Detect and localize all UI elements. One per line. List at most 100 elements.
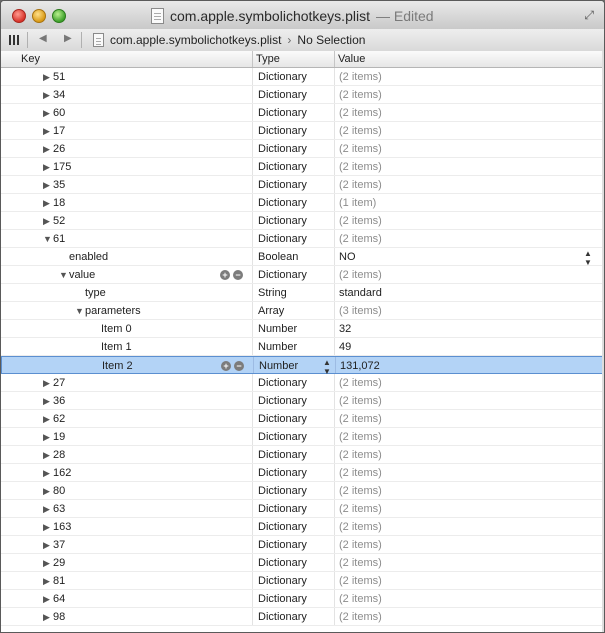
column-divider[interactable] bbox=[334, 51, 335, 67]
column-divider[interactable] bbox=[252, 51, 253, 67]
add-item-icon[interactable]: + bbox=[220, 270, 230, 280]
disclosure-collapsed-icon[interactable]: ▶ bbox=[43, 482, 50, 500]
row-value[interactable]: (2 items) bbox=[339, 536, 382, 554]
zoom-window-button[interactable] bbox=[52, 9, 66, 23]
row-key[interactable]: 60 bbox=[53, 104, 65, 122]
outline-row[interactable]: ▶ 81 Dictionary (2 items) bbox=[1, 572, 604, 590]
row-value[interactable]: 131,072 bbox=[340, 357, 380, 375]
row-value[interactable]: (2 items) bbox=[339, 122, 382, 140]
close-window-button[interactable] bbox=[12, 9, 26, 23]
row-type[interactable]: Number bbox=[258, 320, 297, 338]
row-value[interactable]: (2 items) bbox=[339, 464, 382, 482]
outline-row[interactable]: Item 1 Number 49 bbox=[1, 338, 604, 356]
disclosure-collapsed-icon[interactable]: ▶ bbox=[43, 212, 50, 230]
row-value[interactable]: (2 items) bbox=[339, 518, 382, 536]
outline-row[interactable]: ▶ 80 Dictionary (2 items) bbox=[1, 482, 604, 500]
row-key[interactable]: 17 bbox=[53, 122, 65, 140]
value-popup-stepper-icon[interactable]: ▲ ▼ bbox=[584, 248, 592, 267]
disclosure-collapsed-icon[interactable]: ▶ bbox=[43, 392, 50, 410]
outline-row[interactable]: ▶ 18 Dictionary (1 item) bbox=[1, 194, 604, 212]
row-type[interactable]: Dictionary bbox=[258, 410, 307, 428]
row-type[interactable]: Dictionary bbox=[258, 158, 307, 176]
outline-row[interactable]: ▶ 27 Dictionary (2 items) bbox=[1, 374, 604, 392]
disclosure-collapsed-icon[interactable]: ▶ bbox=[43, 428, 50, 446]
row-key[interactable]: 34 bbox=[53, 86, 65, 104]
type-column-header[interactable]: Type bbox=[256, 53, 280, 65]
row-value[interactable]: (2 items) bbox=[339, 230, 382, 248]
back-arrow-icon[interactable]: ◀ bbox=[39, 33, 47, 44]
row-key[interactable]: 175 bbox=[53, 158, 71, 176]
outline-row[interactable]: ▶ 60 Dictionary (2 items) bbox=[1, 104, 604, 122]
scroll-track[interactable] bbox=[602, 51, 604, 632]
outline-row[interactable]: ▼ parameters Array (3 items) bbox=[1, 302, 604, 320]
row-value[interactable]: NO bbox=[339, 248, 356, 266]
row-type[interactable]: Dictionary bbox=[258, 536, 307, 554]
row-type[interactable]: Dictionary bbox=[258, 86, 307, 104]
fullscreen-icon[interactable]: ⤢ bbox=[584, 8, 594, 23]
disclosure-collapsed-icon[interactable]: ▶ bbox=[43, 122, 50, 140]
row-type[interactable]: Boolean bbox=[258, 248, 298, 266]
row-value[interactable]: (2 items) bbox=[339, 374, 382, 392]
row-key[interactable]: 18 bbox=[53, 194, 65, 212]
outline-row[interactable]: Item 0 Number 32 bbox=[1, 320, 604, 338]
disclosure-collapsed-icon[interactable]: ▶ bbox=[43, 554, 50, 572]
outline-row[interactable]: ▶ 36 Dictionary (2 items) bbox=[1, 392, 604, 410]
disclosure-collapsed-icon[interactable]: ▶ bbox=[43, 374, 50, 392]
row-value[interactable]: (2 items) bbox=[339, 104, 382, 122]
row-type[interactable]: Dictionary bbox=[258, 464, 307, 482]
row-key[interactable]: value bbox=[69, 266, 95, 284]
row-type[interactable]: Dictionary bbox=[258, 554, 307, 572]
row-type[interactable]: Dictionary bbox=[258, 140, 307, 158]
disclosure-collapsed-icon[interactable]: ▶ bbox=[43, 572, 50, 590]
row-type[interactable]: Dictionary bbox=[258, 122, 307, 140]
outline-row[interactable]: ▶ 163 Dictionary (2 items) bbox=[1, 518, 604, 536]
disclosure-collapsed-icon[interactable]: ▶ bbox=[43, 500, 50, 518]
disclosure-expanded-icon[interactable]: ▼ bbox=[75, 302, 84, 320]
outline-row[interactable]: ▶ 162 Dictionary (2 items) bbox=[1, 464, 604, 482]
row-key[interactable]: 98 bbox=[53, 608, 65, 626]
row-value[interactable]: (1 item) bbox=[339, 194, 376, 212]
row-value[interactable]: (2 items) bbox=[339, 554, 382, 572]
row-key[interactable]: enabled bbox=[69, 248, 108, 266]
row-type[interactable]: Dictionary bbox=[258, 392, 307, 410]
row-key[interactable]: 52 bbox=[53, 212, 65, 230]
outline-row[interactable]: ▼ value + − Dictionary (2 items) bbox=[1, 266, 604, 284]
row-value[interactable]: (2 items) bbox=[339, 158, 382, 176]
disclosure-collapsed-icon[interactable]: ▶ bbox=[43, 176, 50, 194]
row-key[interactable]: parameters bbox=[85, 302, 141, 320]
row-value[interactable]: (2 items) bbox=[339, 86, 382, 104]
add-item-icon[interactable]: + bbox=[221, 361, 231, 371]
outline-row[interactable]: ▶ 98 Dictionary (2 items) bbox=[1, 608, 604, 626]
disclosure-collapsed-icon[interactable]: ▶ bbox=[43, 86, 50, 104]
outline-row[interactable]: ▶ 175 Dictionary (2 items) bbox=[1, 158, 604, 176]
row-key[interactable]: 37 bbox=[53, 536, 65, 554]
related-items-icon[interactable] bbox=[9, 35, 20, 45]
row-key[interactable]: 162 bbox=[53, 464, 71, 482]
outline-row[interactable]: ▶ 52 Dictionary (2 items) bbox=[1, 212, 604, 230]
outline-row[interactable]: ▶ 29 Dictionary (2 items) bbox=[1, 554, 604, 572]
row-type[interactable]: Dictionary bbox=[258, 266, 307, 284]
row-key[interactable]: 36 bbox=[53, 392, 65, 410]
disclosure-collapsed-icon[interactable]: ▶ bbox=[43, 140, 50, 158]
outline-row[interactable]: Item 2 + − Number ▲ ▼ 131,072 bbox=[1, 356, 604, 376]
remove-item-icon[interactable]: − bbox=[233, 270, 243, 280]
row-key[interactable]: 81 bbox=[53, 572, 65, 590]
row-type[interactable]: Dictionary bbox=[258, 590, 307, 608]
row-key[interactable]: 51 bbox=[53, 68, 65, 86]
row-key[interactable]: 26 bbox=[53, 140, 65, 158]
row-value[interactable]: (2 items) bbox=[339, 212, 382, 230]
row-value[interactable]: 32 bbox=[339, 320, 351, 338]
row-value[interactable]: (2 items) bbox=[339, 608, 382, 626]
row-key[interactable]: 35 bbox=[53, 176, 65, 194]
row-type[interactable]: Dictionary bbox=[258, 68, 307, 86]
stepper-arrow-icon[interactable]: ▲ bbox=[584, 249, 592, 258]
forward-arrow-icon[interactable]: ▶ bbox=[64, 33, 72, 44]
key-column-header[interactable]: Key bbox=[21, 53, 40, 65]
row-type[interactable]: Number bbox=[258, 338, 297, 356]
disclosure-collapsed-icon[interactable]: ▶ bbox=[43, 464, 50, 482]
row-type[interactable]: Dictionary bbox=[258, 446, 307, 464]
remove-item-icon[interactable]: − bbox=[234, 361, 244, 371]
row-type[interactable]: Dictionary bbox=[258, 374, 307, 392]
row-type[interactable]: Dictionary bbox=[258, 194, 307, 212]
row-key[interactable]: 29 bbox=[53, 554, 65, 572]
